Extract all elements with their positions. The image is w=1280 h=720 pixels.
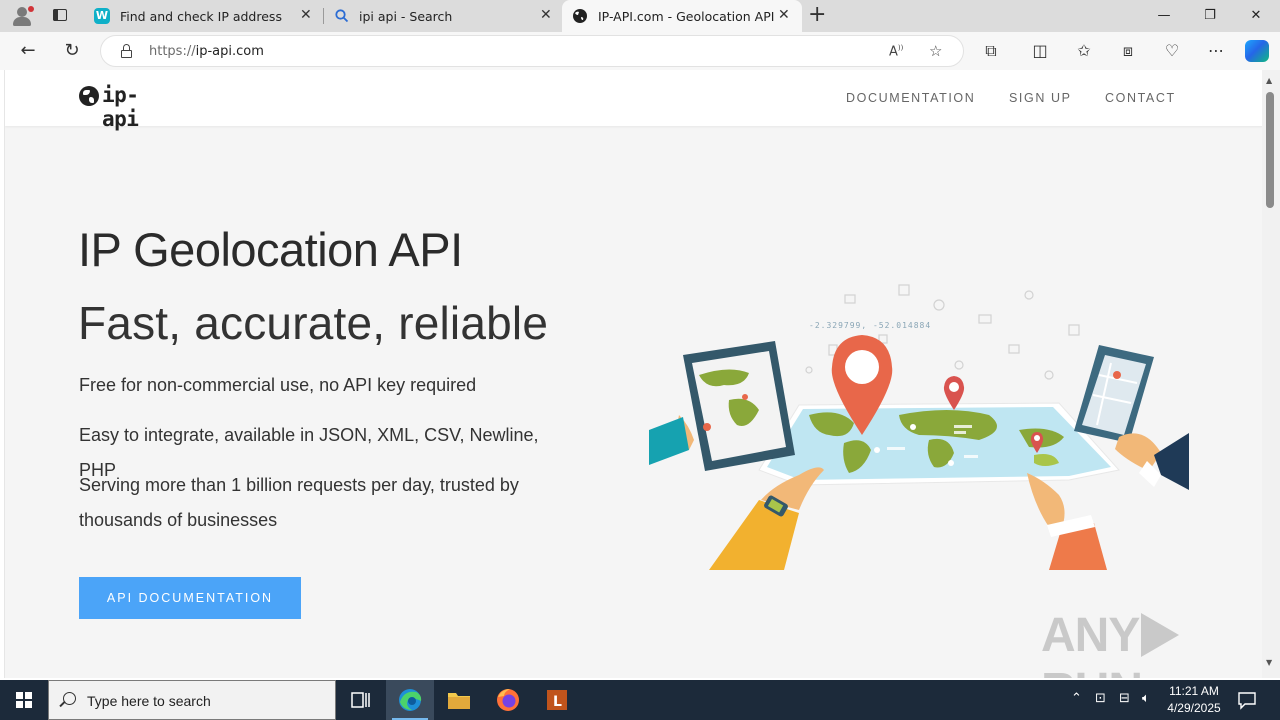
taskbar-search-box[interactable]: Type here to search [48,680,336,720]
api-documentation-button[interactable]: API DOCUMENTATION [79,577,301,619]
clock-time: 11:21 AM [1169,684,1219,698]
close-icon[interactable]: ✕ [300,7,312,23]
favorites-icon[interactable]: ✩ [1073,41,1095,60]
url-text[interactable]: https://ip-api.com [149,44,264,59]
search-icon [63,692,76,705]
split-screen-icon[interactable]: ◫ [1029,41,1051,60]
windows-taskbar: Type here to search L ⌃ ⊡ ⊟ 🔈︎ 11:21 AM … [0,680,1280,720]
extensions-icon[interactable]: ⧉ [980,41,1002,61]
profile-avatar-icon[interactable] [8,4,36,28]
nav-documentation-link[interactable]: DOCUMENTATION [846,91,975,105]
geolocation-illustration: -2.329799, -52.014884 [649,284,1189,570]
tab-actions-icon[interactable] [48,6,72,26]
close-icon[interactable]: ✕ [540,7,552,23]
copilot-icon[interactable] [1245,40,1269,62]
meet-now-icon[interactable]: ⊡ [1095,691,1106,706]
arm-left [649,417,689,465]
l-app-icon: L [547,690,567,710]
tab-ip-api[interactable]: IP-API.com - Geolocation API ✕ [562,0,802,32]
taskbar-firefox[interactable] [484,680,532,720]
globe-icon [572,8,588,24]
browser-essentials-icon[interactable]: ♡ [1161,41,1183,60]
page-scrollbar[interactable]: ▲ ▼ [1262,70,1280,678]
scroll-down-icon[interactable]: ▼ [1266,658,1272,667]
play-icon [1141,613,1180,657]
back-icon[interactable]: ← [17,40,39,62]
anyrun-watermark: ANYRUN [1041,608,1262,678]
task-view-button[interactable] [336,680,384,720]
folder-icon [448,693,470,709]
network-icon[interactable]: ⊟ [1119,691,1130,706]
tab-search[interactable]: ipi api - Search ✕ [324,0,560,32]
browser-toolbar: ← ↻ https://ip-api.com A)) ☆ ⧉ ◫ ✩ ⧈ ♡ ⋯ [0,32,1280,70]
site-header: ip-api DOCUMENTATION SIGN UP CONTACT [5,70,1262,131]
edge-icon [399,689,422,711]
windows-logo-icon [16,692,32,708]
globe-logo-icon [79,86,99,106]
restore-icon[interactable]: ❐ [1187,0,1233,32]
feature-text: Serving more than 1 billion requests per… [79,475,519,530]
tab-find-ip[interactable]: W Find and check IP address ✕ [84,0,322,32]
address-bar[interactable]: https://ip-api.com A)) ☆ [100,35,964,67]
more-menu-icon[interactable]: ⋯ [1205,41,1227,60]
taskbar-clock[interactable]: 11:21 AM 4/29/2025 [1162,683,1226,717]
show-hidden-icons[interactable]: ⌃ [1071,691,1082,706]
nav-contact-link[interactable]: CONTACT [1105,91,1176,105]
taskbar-file-explorer[interactable] [435,680,483,720]
tab-title: IP-API.com - Geolocation API [598,9,775,24]
taskbar-search-placeholder: Type here to search [87,693,211,709]
read-aloud-icon[interactable]: A)) [889,44,903,59]
minimize-icon[interactable]: — [1141,0,1187,32]
browser-tab-strip: W Find and check IP address ✕ ipi api - … [0,0,1280,32]
firefox-icon [497,689,519,711]
notifications-icon[interactable] [1236,690,1258,710]
search-icon [334,8,350,24]
hand-bottom-right [1027,473,1107,570]
tab-title: ipi api - Search [359,9,453,24]
hero-title: IP Geolocation API [78,223,463,276]
scrollbar-thumb[interactable] [1266,92,1274,208]
scroll-up-icon[interactable]: ▲ [1266,76,1272,85]
close-window-icon[interactable]: ✕ [1233,0,1279,32]
tablet-right [1074,345,1154,443]
tab-title: Find and check IP address [120,9,282,24]
web-page: ip-api DOCUMENTATION SIGN UP CONTACT IP … [4,70,1262,678]
collections-icon[interactable]: ⧈ [1117,41,1139,61]
close-icon[interactable]: ✕ [778,7,790,23]
tablet-left [677,341,795,471]
taskbar-edge[interactable] [386,680,434,720]
refresh-icon[interactable]: ↻ [61,40,83,62]
hand-right [1115,433,1161,471]
clock-date: 4/29/2025 [1167,701,1221,715]
svg-text:L: L [553,694,562,710]
coordinates-label: -2.329799, -52.014884 [809,321,931,330]
logo-text: ip-api [102,83,139,131]
volume-icon[interactable]: 🔈︎ [1142,691,1150,706]
new-tab-icon[interactable]: + [808,4,826,26]
w-app-icon: W [94,8,110,24]
hand-bottom-left [709,467,824,570]
lock-icon[interactable] [121,44,132,58]
start-button[interactable] [0,680,48,720]
taskbar-app-l[interactable]: L [533,680,581,720]
favorite-star-icon[interactable]: ☆ [929,42,942,60]
feature-text: Free for non-commercial use, no API key … [79,375,477,395]
task-view-icon [351,692,370,708]
nav-signup-link[interactable]: SIGN UP [1009,91,1072,105]
hero-subtitle: Fast, accurate, reliable [78,297,549,349]
